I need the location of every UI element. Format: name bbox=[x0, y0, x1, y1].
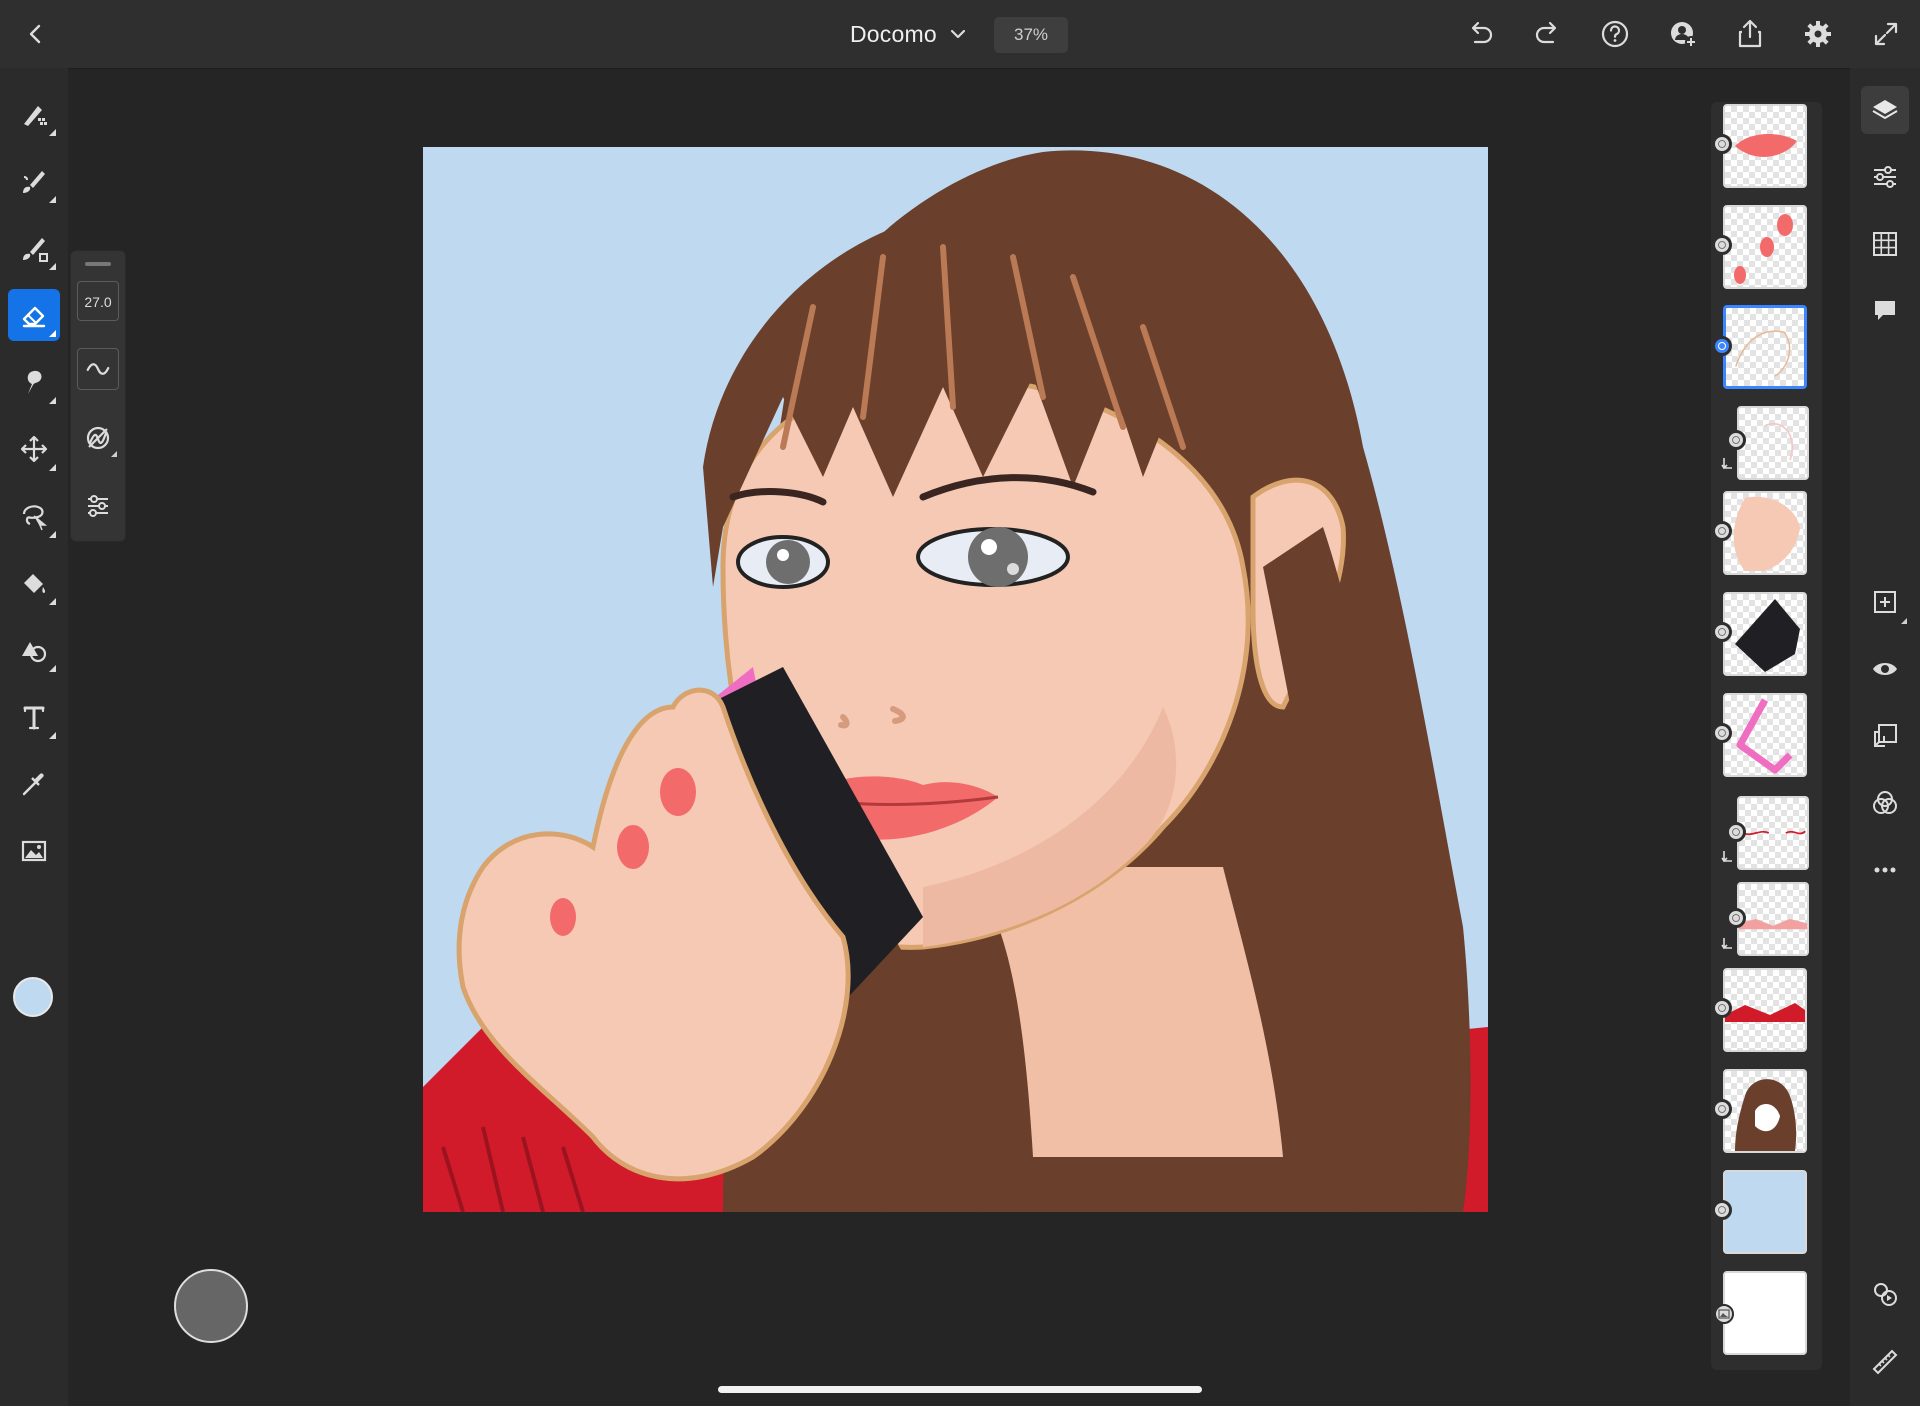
artwork-canvas[interactable] bbox=[423, 147, 1488, 1212]
clipping-mask-icon bbox=[1721, 458, 1732, 470]
eyedropper-icon bbox=[22, 773, 44, 796]
panel-drag-handle[interactable] bbox=[85, 262, 111, 266]
blend-mode-icon[interactable] bbox=[1861, 779, 1909, 827]
document-title: Docomo bbox=[850, 20, 937, 47]
eraser-icon bbox=[22, 306, 46, 328]
share-icon[interactable] bbox=[1732, 16, 1768, 52]
layer-thumbnail[interactable] bbox=[1723, 104, 1807, 188]
layer-visibility-toggle[interactable] bbox=[1712, 235, 1732, 255]
layer-thumbnail[interactable] bbox=[1723, 968, 1807, 1052]
layer-thumbnail[interactable] bbox=[1723, 491, 1807, 575]
pixel-brush-icon bbox=[24, 106, 47, 126]
background-layer-thumbnail[interactable] bbox=[1723, 1271, 1807, 1355]
selection-tool[interactable] bbox=[8, 490, 60, 542]
comment-icon[interactable] bbox=[1861, 287, 1909, 335]
visibility-eye-icon[interactable] bbox=[1861, 645, 1909, 693]
fill-tool[interactable] bbox=[8, 557, 60, 609]
layer-visibility-toggle[interactable] bbox=[1726, 908, 1746, 928]
shape-tool[interactable] bbox=[8, 624, 60, 676]
grid-icon[interactable] bbox=[1861, 220, 1909, 268]
tool-bar bbox=[0, 68, 68, 1406]
eyedropper-tool[interactable] bbox=[8, 758, 60, 810]
layer-thumbnail[interactable] bbox=[1723, 592, 1807, 676]
layer-thumbnail[interactable] bbox=[1737, 796, 1809, 870]
layer-visibility-toggle[interactable] bbox=[1712, 622, 1732, 642]
live-brush-icon bbox=[23, 171, 45, 193]
more-options-icon[interactable] bbox=[1861, 846, 1909, 894]
layer-visibility-toggle[interactable] bbox=[1712, 723, 1732, 743]
live-brush-tool[interactable] bbox=[8, 155, 60, 207]
smudge-tool[interactable] bbox=[8, 356, 60, 408]
top-bar: Docomo 37% bbox=[0, 0, 1920, 69]
redo-icon[interactable] bbox=[1530, 16, 1566, 52]
layer-thumbnail[interactable] bbox=[1723, 693, 1807, 777]
clipping-mask-icon bbox=[1721, 938, 1732, 950]
zoom-level[interactable]: 37% bbox=[994, 17, 1068, 53]
eraser-size-field[interactable]: 27.0 bbox=[77, 281, 119, 321]
image-icon bbox=[21, 840, 47, 862]
eraser-tool[interactable] bbox=[8, 289, 60, 341]
wave-icon bbox=[86, 363, 110, 375]
document-title-button[interactable]: Docomo bbox=[850, 14, 969, 54]
layer-visibility-toggle[interactable] bbox=[1726, 430, 1746, 450]
home-indicator[interactable] bbox=[718, 1386, 1202, 1393]
layer-visibility-toggle[interactable] bbox=[1712, 521, 1732, 541]
pixel-brush-tool[interactable] bbox=[8, 88, 60, 140]
lasso-icon bbox=[22, 505, 48, 531]
touch-modifier-button[interactable] bbox=[174, 1269, 248, 1343]
layers-panel bbox=[1711, 102, 1822, 1370]
layer-thumbnail[interactable] bbox=[1723, 1170, 1807, 1254]
help-icon[interactable] bbox=[1597, 16, 1633, 52]
undo-icon[interactable] bbox=[1462, 16, 1498, 52]
shapes-icon bbox=[22, 642, 47, 663]
layer-visibility-toggle[interactable] bbox=[1712, 1200, 1732, 1220]
layer-visibility-toggle[interactable] bbox=[1712, 1099, 1732, 1119]
invite-icon[interactable] bbox=[1665, 16, 1701, 52]
fullscreen-icon[interactable] bbox=[1868, 16, 1904, 52]
layer-thumbnail[interactable] bbox=[1737, 882, 1809, 956]
layer-thumbnail[interactable] bbox=[1737, 406, 1809, 480]
back-icon[interactable] bbox=[18, 16, 54, 52]
layer-properties-icon[interactable] bbox=[1861, 153, 1909, 201]
sliders-icon bbox=[88, 495, 108, 517]
layer-thumbnail[interactable] bbox=[1723, 205, 1807, 289]
pressure-button[interactable] bbox=[77, 417, 119, 459]
clipping-mask-toggle-icon[interactable] bbox=[1861, 712, 1909, 760]
paint-bucket-icon bbox=[24, 574, 46, 593]
right-rail bbox=[1850, 68, 1920, 1406]
tool-options-panel: 27.0 bbox=[70, 250, 126, 542]
vector-brush-tool[interactable] bbox=[8, 222, 60, 274]
layers-icon[interactable] bbox=[1861, 86, 1909, 134]
move-tool[interactable] bbox=[8, 423, 60, 475]
layer-thumbnail-selected[interactable] bbox=[1723, 305, 1807, 389]
move-icon bbox=[20, 435, 48, 463]
clipping-mask-icon bbox=[1721, 851, 1732, 863]
chevron-down-icon[interactable] bbox=[947, 23, 969, 45]
layer-thumbnail[interactable] bbox=[1723, 1069, 1807, 1153]
settings-icon[interactable] bbox=[1800, 16, 1836, 52]
place-image-tool[interactable] bbox=[8, 825, 60, 877]
timelapse-icon[interactable] bbox=[1861, 1270, 1909, 1318]
brush-settings-button[interactable] bbox=[77, 485, 119, 527]
text-tool[interactable] bbox=[8, 691, 60, 743]
text-icon bbox=[23, 706, 45, 730]
background-image-icon bbox=[1714, 1304, 1734, 1324]
ruler-icon[interactable] bbox=[1861, 1338, 1909, 1386]
color-picker-swatch[interactable] bbox=[13, 977, 53, 1017]
layer-visibility-toggle[interactable] bbox=[1712, 134, 1732, 154]
layer-visibility-toggle[interactable] bbox=[1712, 998, 1732, 1018]
layer-visibility-toggle[interactable] bbox=[1712, 336, 1732, 356]
layer-visibility-toggle[interactable] bbox=[1726, 822, 1746, 842]
illustration bbox=[423, 147, 1488, 1212]
pressure-icon bbox=[86, 426, 110, 450]
vector-brush-icon bbox=[23, 238, 48, 262]
add-layer-icon[interactable] bbox=[1861, 578, 1909, 626]
smudge-icon bbox=[27, 370, 42, 394]
smoothing-button[interactable] bbox=[77, 348, 119, 390]
